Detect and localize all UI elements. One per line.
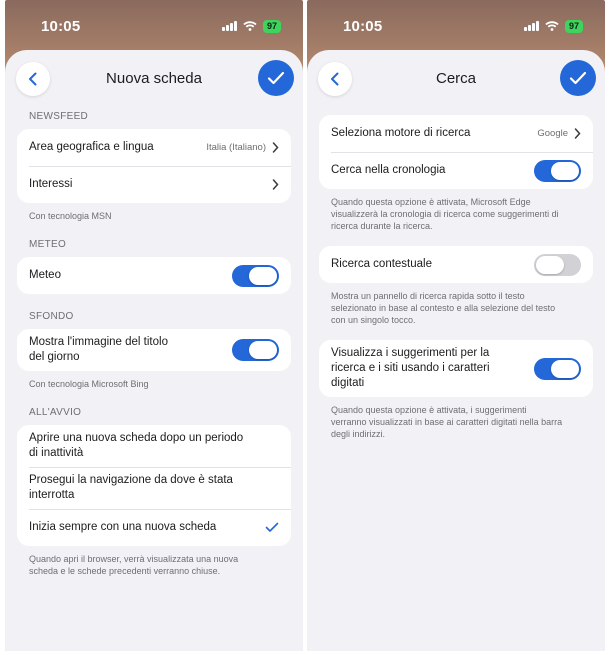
checkmark-icon bbox=[265, 522, 279, 532]
battery-icon: 97 bbox=[564, 19, 583, 33]
immagine-giorno-toggle[interactable] bbox=[232, 339, 279, 361]
row-label: Interessi bbox=[29, 178, 73, 190]
right-screen: 10:05 97 Cerca Seleziona motore di ricer… bbox=[307, 0, 605, 651]
chevron-right-icon bbox=[272, 179, 279, 190]
sfondo-group: Mostra l'immagine del titolo del giorno bbox=[17, 329, 291, 371]
status-icons: 97 bbox=[222, 19, 281, 33]
status-time: 10:05 bbox=[343, 17, 383, 35]
wifi-icon bbox=[545, 21, 559, 31]
status-bar: 10:05 97 bbox=[307, 0, 605, 52]
search-engine-group: Seleziona motore di ricerca Google Cerca… bbox=[319, 115, 593, 189]
status-bar: 10:05 97 bbox=[5, 0, 303, 52]
row-prosegui-navigazione[interactable]: Prosegui la navigazione da dove è stata … bbox=[17, 467, 291, 509]
meteo-group: Meteo bbox=[17, 257, 291, 294]
wifi-icon bbox=[243, 21, 257, 31]
suggestions-group: Visualizza i suggerimenti per la ricerca… bbox=[319, 340, 593, 397]
settings-sheet: Nuova scheda NEWSFEED Area geografica e … bbox=[5, 50, 303, 651]
chevron-right-icon bbox=[574, 128, 581, 139]
cellular-signal-icon bbox=[222, 21, 237, 31]
row-interessi[interactable]: Interessi bbox=[17, 166, 291, 203]
back-button[interactable] bbox=[16, 62, 50, 96]
row-value: Google bbox=[537, 128, 568, 139]
navigation-bar: Nuova scheda bbox=[5, 50, 303, 106]
row-area-geografica[interactable]: Area geografica e lingua Italia (Italian… bbox=[17, 129, 291, 166]
row-label: Aprire una nuova scheda dopo un periodo … bbox=[29, 432, 244, 459]
row-label: Seleziona motore di ricerca bbox=[331, 127, 471, 139]
row-label: Prosegui la navigazione da dove è stata … bbox=[29, 474, 233, 501]
meteo-toggle[interactable] bbox=[232, 264, 279, 287]
row-label: Cerca nella cronologia bbox=[331, 164, 446, 176]
cronologia-note: Quando questa opzione è attivata, Micros… bbox=[331, 197, 559, 231]
row-nuova-scheda-inattivita[interactable]: Aprire una nuova scheda dopo un periodo … bbox=[17, 425, 291, 467]
sfondo-note: Con tecnologia Microsoft Bing bbox=[29, 379, 149, 389]
section-label-sfondo: SFONDO bbox=[29, 311, 74, 322]
section-label-meteo: METEO bbox=[29, 239, 67, 250]
avvio-group: Aprire una nuova scheda dopo un periodo … bbox=[17, 425, 291, 546]
row-immagine-giorno: Mostra l'immagine del titolo del giorno bbox=[17, 329, 291, 371]
chevron-right-icon bbox=[272, 142, 279, 153]
row-meteo: Meteo bbox=[17, 257, 291, 294]
row-label: Inizia sempre con una nuova scheda bbox=[29, 521, 217, 533]
checkmark-icon bbox=[267, 71, 285, 85]
settings-sheet: Cerca Seleziona motore di ricerca Google… bbox=[307, 50, 605, 651]
left-screen: 10:05 97 Nuova scheda NEWSFEED Area geog… bbox=[5, 0, 303, 651]
row-label: Area geografica e lingua bbox=[29, 141, 154, 153]
newsfeed-group: Area geografica e lingua Italia (Italian… bbox=[17, 129, 291, 203]
row-label: Meteo bbox=[29, 269, 61, 281]
checkmark-icon bbox=[569, 71, 587, 85]
row-suggerimenti: Visualizza i suggerimenti per la ricerca… bbox=[319, 340, 593, 397]
status-time: 10:05 bbox=[41, 17, 81, 35]
navigation-bar: Cerca bbox=[307, 50, 605, 106]
row-ricerca-contestuale: Ricerca contestuale bbox=[319, 246, 593, 283]
row-label: Mostra l'immagine del titolo del giorno bbox=[29, 336, 168, 363]
back-button[interactable] bbox=[318, 62, 352, 96]
ricerca-contestuale-toggle[interactable] bbox=[534, 253, 581, 276]
chevron-left-icon bbox=[29, 72, 37, 86]
done-button[interactable] bbox=[560, 60, 596, 96]
suggerimenti-note: Quando questa opzione è attivata, i sugg… bbox=[331, 405, 563, 439]
row-value: Italia (Italiano) bbox=[206, 142, 266, 153]
page-title: Nuova scheda bbox=[106, 69, 202, 87]
chevron-left-icon bbox=[331, 72, 339, 86]
row-label: Visualizza i suggerimenti per la ricerca… bbox=[331, 347, 490, 389]
ricerca-contestuale-note: Mostra un pannello di ricerca rapida sot… bbox=[331, 291, 556, 325]
page-title: Cerca bbox=[435, 69, 476, 87]
row-cerca-cronologia: Cerca nella cronologia bbox=[319, 152, 593, 189]
section-label-avvio: ALL'AVVIO bbox=[29, 407, 82, 418]
avvio-note: Quando apri il browser, verrà visualizza… bbox=[29, 554, 239, 576]
cronologia-toggle[interactable] bbox=[534, 159, 581, 182]
suggerimenti-toggle[interactable] bbox=[534, 357, 581, 380]
section-label-newsfeed: NEWSFEED bbox=[29, 111, 89, 122]
battery-icon: 97 bbox=[262, 19, 281, 33]
contextual-search-group: Ricerca contestuale bbox=[319, 246, 593, 283]
newsfeed-note: Con tecnologia MSN bbox=[29, 211, 112, 221]
cellular-signal-icon bbox=[524, 21, 539, 31]
row-inizia-nuova-scheda[interactable]: Inizia sempre con una nuova scheda bbox=[17, 509, 291, 546]
done-button[interactable] bbox=[258, 60, 294, 96]
status-icons: 97 bbox=[524, 19, 583, 33]
row-label: Ricerca contestuale bbox=[331, 258, 432, 270]
row-motore-ricerca[interactable]: Seleziona motore di ricerca Google bbox=[319, 115, 593, 152]
